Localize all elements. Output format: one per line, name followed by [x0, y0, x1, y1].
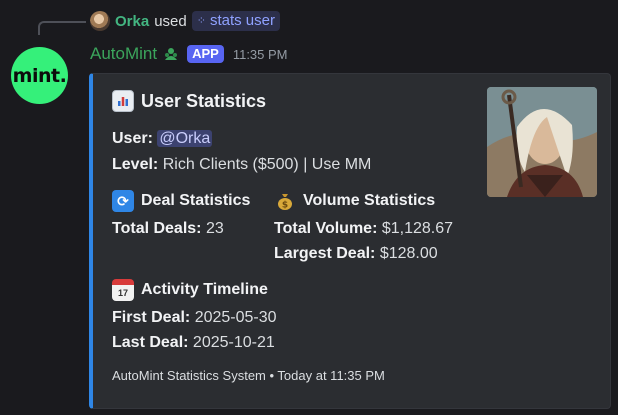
first-deal-label: First Deal:	[112, 309, 191, 326]
chat-message: Orka used ⁘ stats user mint. AutoMint AP…	[0, 0, 618, 415]
total-deals-row: Total Deals: 23	[112, 220, 224, 238]
total-deals-label: Total Deals:	[112, 220, 202, 237]
last-deal-row: Last Deal: 2025-10-21	[112, 334, 275, 352]
app-badge: APP	[187, 45, 224, 63]
refresh-cycle-icon: ⟳	[112, 190, 134, 212]
embed-title-text: User Statistics	[141, 90, 267, 111]
activity-heading-text: Activity Timeline	[141, 281, 268, 298]
level-row: Level: Rich Clients ($500) | Use MM	[112, 156, 371, 174]
stats-embed: User Statistics User: @Orka Level: Rich …	[89, 73, 611, 409]
calendar-icon: 17	[112, 279, 134, 301]
reply-connector	[38, 21, 86, 35]
command-invocation: Orka used ⁘ stats user	[90, 9, 280, 33]
level-value: Rich Clients ($500) | Use MM	[162, 156, 372, 173]
largest-deal-label: Largest Deal:	[274, 245, 376, 262]
svg-text:$: $	[282, 201, 288, 211]
largest-deal-value: $128.00	[379, 245, 438, 262]
activity-heading: 17 Activity Timeline	[112, 279, 268, 301]
embed-thumbnail[interactable]	[487, 87, 597, 197]
invoker-username[interactable]: Orka	[115, 13, 149, 30]
user-mention[interactable]: @Orka	[157, 130, 213, 147]
total-volume-row: Total Volume: $1,128.67	[274, 220, 453, 238]
first-deal-value: 2025-05-30	[194, 309, 277, 326]
embed-title: User Statistics	[112, 90, 266, 112]
message-timestamp[interactable]: 11:35 PM	[233, 47, 288, 62]
avatar-logo-text: mint.	[12, 64, 67, 87]
deal-stats-heading: ⟳ Deal Statistics	[112, 190, 250, 212]
bar-chart-icon	[112, 90, 134, 112]
user-avatar[interactable]	[90, 11, 110, 31]
server-role-icon	[163, 46, 179, 62]
first-deal-row: First Deal: 2025-05-30	[112, 309, 277, 327]
bot-name[interactable]: AutoMint	[90, 44, 157, 64]
money-bag-icon: $	[274, 190, 296, 212]
volume-stats-heading-text: Volume Statistics	[303, 192, 436, 209]
volume-stats-heading: $ Volume Statistics	[274, 190, 435, 212]
total-volume-label: Total Volume:	[274, 220, 378, 237]
total-volume-value: $1,128.67	[381, 220, 454, 237]
user-label: User:	[112, 130, 153, 147]
largest-deal-row: Largest Deal: $128.00	[274, 245, 438, 263]
bot-avatar[interactable]: mint.	[11, 47, 68, 104]
message-header: AutoMint APP 11:35 PM	[90, 42, 288, 66]
used-label: used	[154, 12, 187, 30]
user-row: User: @Orka	[112, 130, 213, 148]
level-label: Level:	[112, 156, 159, 173]
last-deal-value: 2025-10-21	[192, 334, 275, 351]
deal-stats-heading-text: Deal Statistics	[141, 192, 251, 209]
slash-command-icon: ⁘	[196, 15, 206, 27]
total-deals-value: 23	[205, 220, 224, 237]
last-deal-label: Last Deal:	[112, 334, 189, 351]
command-pill[interactable]: ⁘ stats user	[191, 11, 280, 31]
embed-footer: AutoMint Statistics System • Today at 11…	[112, 368, 385, 383]
command-name: stats user	[209, 12, 275, 29]
